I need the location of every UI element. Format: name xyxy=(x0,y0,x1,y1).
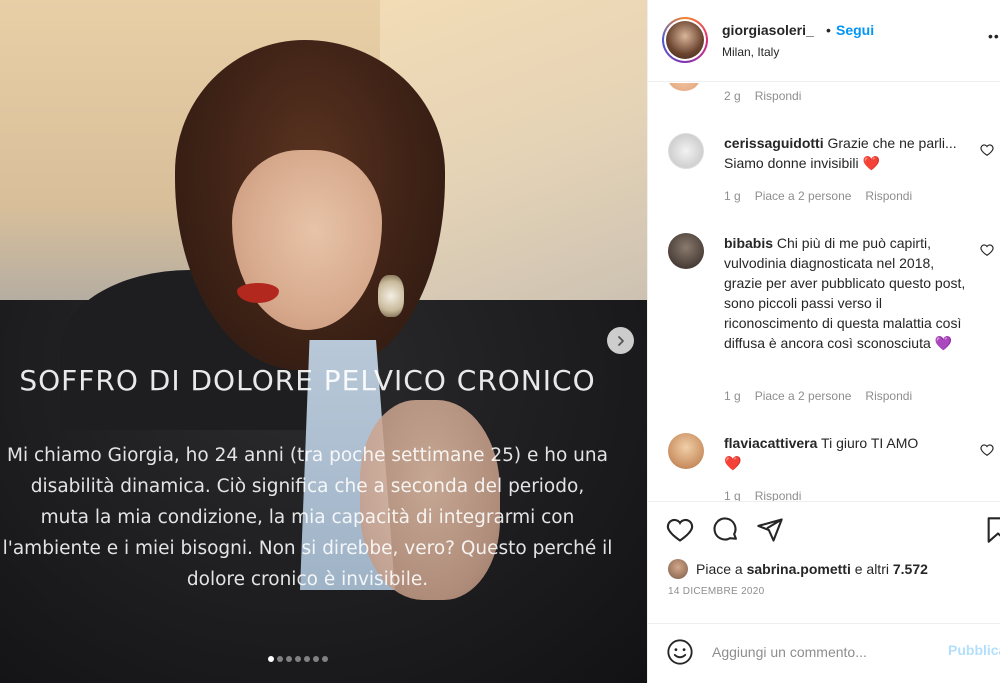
carousel-dot xyxy=(304,656,310,662)
carousel-dot xyxy=(313,656,319,662)
comment-time: 2 g xyxy=(724,89,741,103)
post-image[interactable]: SOFFRO DI DOLORE PELVICO CRONICO Mi chia… xyxy=(0,0,647,683)
chevron-right-icon xyxy=(617,335,624,346)
author-avatar[interactable] xyxy=(662,17,708,63)
overlay-line: Mi chiamo Giorgia, ho 24 anni (tra poche… xyxy=(7,445,608,466)
comment-meta: 2 g Rispondi xyxy=(724,89,801,103)
heart-icon[interactable] xyxy=(666,516,694,544)
overlay-line: muta la mia condizione, la mia capacità … xyxy=(40,507,575,528)
avatar[interactable] xyxy=(668,433,704,469)
likes-suffix: e altri xyxy=(854,561,889,577)
comment-text: bibabis Chi più di me può capirti, vulvo… xyxy=(724,233,969,353)
overlay-line: disabilità dinamica. Ciò significa che a… xyxy=(30,476,585,497)
comment-meta: 1 g Piace a 2 persone Rispondi xyxy=(724,189,912,203)
comment-meta: 1 g Piace a 2 persone Rispondi xyxy=(724,389,912,403)
reply-button[interactable]: Rispondi xyxy=(755,89,802,103)
post-overlay-title: SOFFRO DI DOLORE PELVICO CRONICO xyxy=(19,364,596,397)
carousel-dot xyxy=(286,656,292,662)
likes-prefix: Piace a xyxy=(696,561,743,577)
reply-button[interactable]: Rispondi xyxy=(755,489,802,501)
heart-emoji: ❤️ xyxy=(724,455,742,471)
heart-icon[interactable] xyxy=(980,443,994,457)
comment-text: flaviacattivera Ti giuro TI AMO ❤️ xyxy=(724,433,969,473)
avatar[interactable] xyxy=(668,559,688,579)
post-side-panel: giorgiasoleri_ • Segui Milan, Italy ••• … xyxy=(647,0,1000,683)
avatar[interactable] xyxy=(668,233,704,269)
follow-button[interactable]: Segui xyxy=(836,22,874,38)
ellipsis-icon[interactable]: ••• xyxy=(988,28,1000,44)
add-comment-bar: Pubblica xyxy=(648,623,1000,683)
comment-time: 1 g xyxy=(724,489,741,501)
carousel-next-button[interactable] xyxy=(607,327,634,354)
heart-icon[interactable] xyxy=(980,243,994,257)
carousel-dot xyxy=(277,656,283,662)
comment-text: cerissaguidotti Grazie che ne parli... S… xyxy=(724,133,969,173)
likes-user[interactable]: sabrina.pometti xyxy=(747,561,851,577)
overlay-line: dolore cronico è invisibile. xyxy=(186,569,429,590)
post-location[interactable]: Milan, Italy xyxy=(722,45,779,59)
carousel-indicator xyxy=(268,656,328,662)
comment-input[interactable] xyxy=(712,642,932,662)
reply-button[interactable]: Rispondi xyxy=(865,189,912,203)
comment-likes[interactable]: Piace a 2 persone xyxy=(755,189,852,203)
comments-list[interactable]: 2 g Rispondi cerissaguidotti Grazie che … xyxy=(648,83,1000,501)
comment-icon[interactable] xyxy=(712,516,740,544)
heart-emoji: ❤️ xyxy=(862,155,880,171)
comment-username[interactable]: cerissaguidotti xyxy=(724,135,824,151)
carousel-dot xyxy=(295,656,301,662)
separator-dot: • xyxy=(826,22,831,38)
likes-count[interactable]: 7.572 xyxy=(893,561,928,577)
reply-button[interactable]: Rispondi xyxy=(865,389,912,403)
image-earring xyxy=(378,275,404,317)
purple-heart-emoji: 💜 xyxy=(934,335,953,351)
heart-icon[interactable] xyxy=(980,143,994,157)
overlay-line: l'ambiente e i miei bisogni. Non si dire… xyxy=(2,538,613,559)
likes-summary[interactable]: Piace a sabrina.pometti e altri 7.572 xyxy=(668,559,928,579)
comment-username[interactable]: bibabis xyxy=(724,235,773,251)
comment-body: Chi più di me può capirti, vulvodinia di… xyxy=(724,235,966,351)
comment-time: 1 g xyxy=(724,389,741,403)
carousel-dot xyxy=(268,656,274,662)
comment-username[interactable]: flaviacattivera xyxy=(724,435,817,451)
share-icon[interactable] xyxy=(756,516,784,544)
comment-time: 1 g xyxy=(724,189,741,203)
post-header: giorgiasoleri_ • Segui Milan, Italy ••• xyxy=(648,0,1000,82)
post-date[interactable]: 14 DICEMBRE 2020 xyxy=(668,586,765,597)
carousel-dot xyxy=(322,656,328,662)
emoji-icon[interactable] xyxy=(666,638,694,666)
author-username[interactable]: giorgiasoleri_ xyxy=(722,22,814,38)
post-overlay-text: Mi chiamo Giorgia, ho 24 anni (tra poche… xyxy=(0,440,615,595)
post-actions: Piace a sabrina.pometti e altri 7.572 14… xyxy=(648,501,1000,623)
avatar[interactable] xyxy=(668,83,700,91)
comment-body: Ti giuro TI AMO xyxy=(821,435,919,451)
publish-button[interactable]: Pubblica xyxy=(948,642,1000,658)
comment-meta: 1 g Rispondi xyxy=(724,489,801,501)
comment-likes[interactable]: Piace a 2 persone xyxy=(755,389,852,403)
avatar[interactable] xyxy=(668,133,704,169)
bookmark-icon[interactable] xyxy=(984,516,1000,544)
